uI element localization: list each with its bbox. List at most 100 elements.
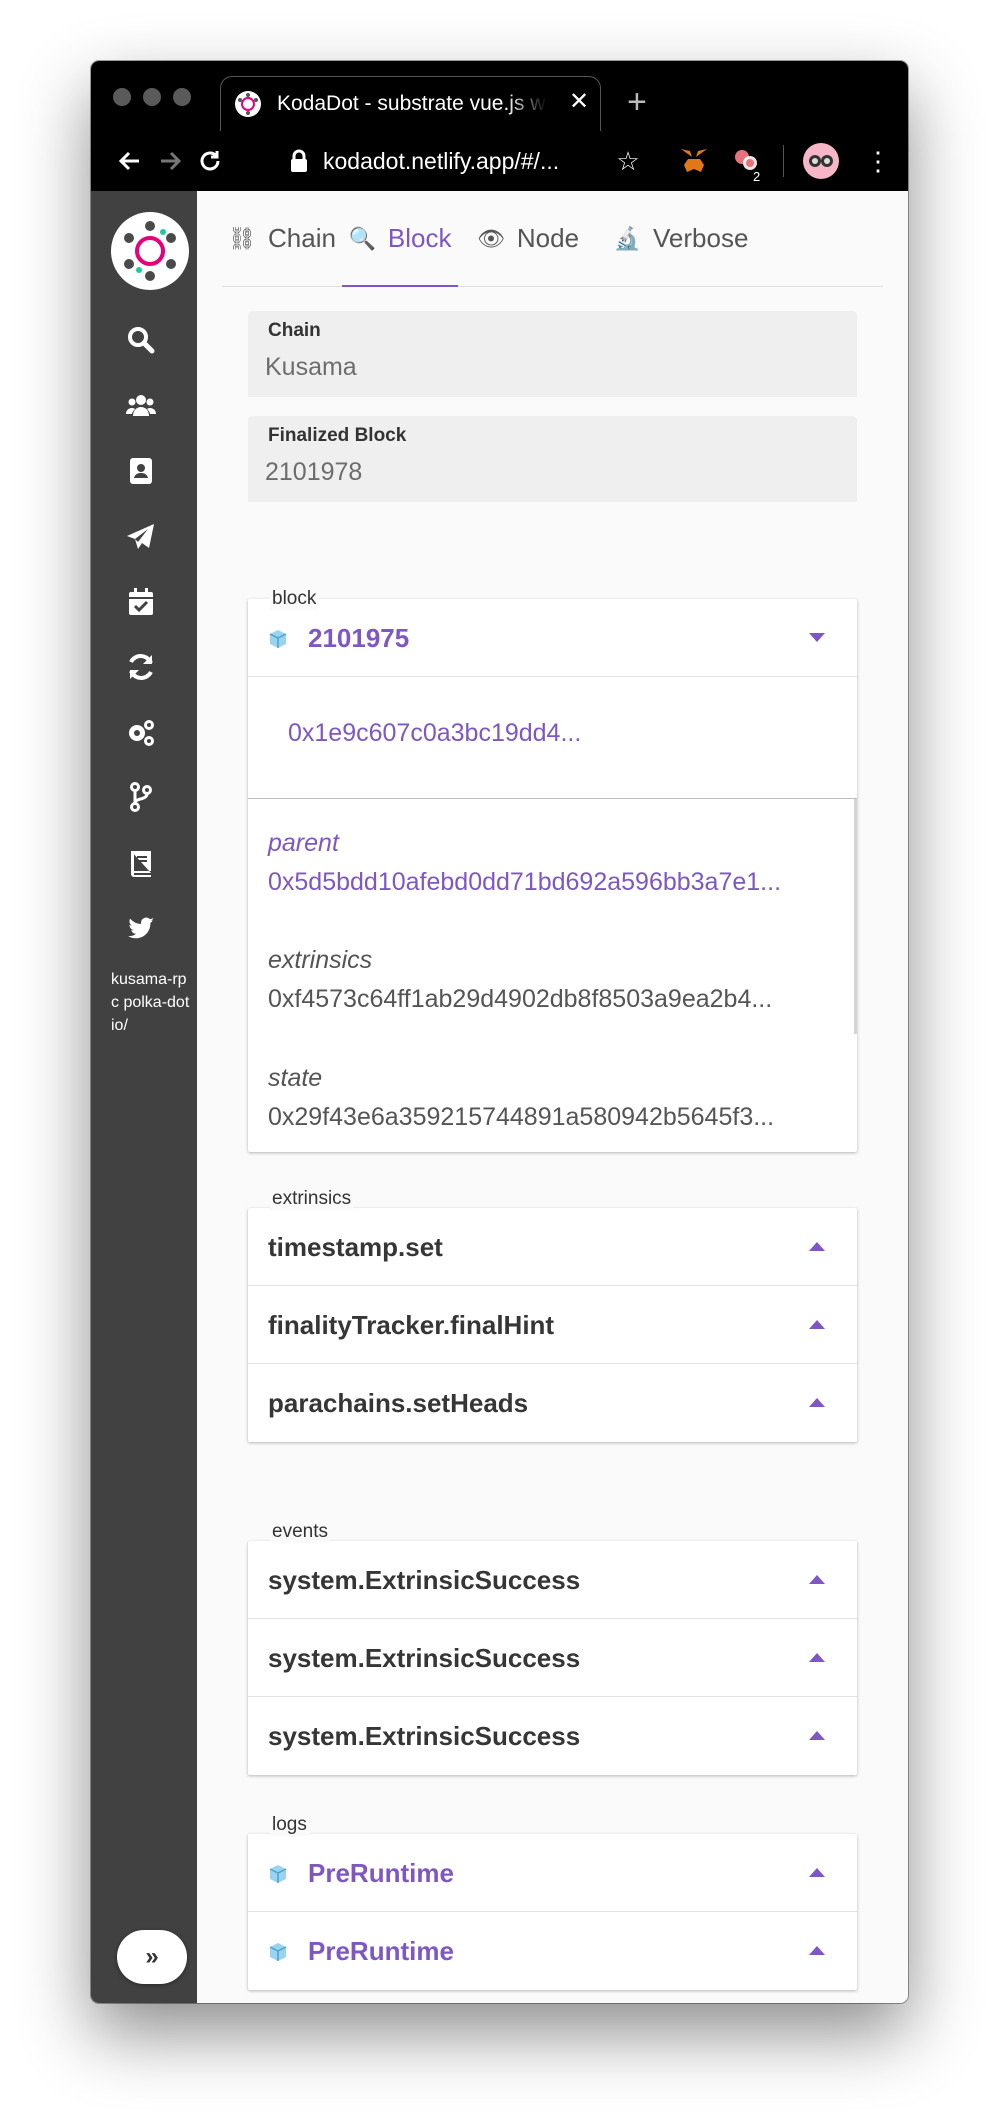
tab-node-label: Node	[516, 223, 580, 253]
logs-section-label: logs	[270, 1814, 309, 1836]
list-item[interactable]: PreRuntime	[248, 1912, 857, 1990]
maximize-window-button[interactable]	[173, 88, 191, 106]
extrinsic-name: timestamp.set	[268, 1232, 443, 1262]
rpc-endpoint-text: kusama-rpc polka-dot io/	[111, 971, 190, 1034]
cube-icon	[268, 629, 288, 654]
explorer-tabs: ⛓ Chain 🔍 Block 👁 Node 🔬 Verbose	[222, 191, 883, 287]
list-item[interactable]: system.ExtrinsicSuccess	[248, 1541, 857, 1619]
block-card: 2101975 0x1e9c607c0a3bc19dd4... parent 0…	[248, 599, 857, 1152]
tab-block[interactable]: 🔍 Block	[342, 191, 458, 287]
new-tab-icon[interactable]: +	[627, 85, 647, 119]
eye-icon: 👁	[476, 225, 505, 251]
list-item[interactable]: PreRuntime	[248, 1834, 857, 1912]
finalized-block-value: 2101978	[265, 458, 363, 486]
events-card: system.ExtrinsicSuccess system.Extrinsic…	[248, 1541, 857, 1775]
profile-avatar[interactable]	[803, 143, 839, 179]
divider	[248, 798, 857, 799]
list-item[interactable]: system.ExtrinsicSuccess	[248, 1697, 857, 1775]
logs-card: PreRuntime PreRuntime	[248, 1834, 857, 1990]
extrinsics-root-label: extrinsics	[268, 946, 373, 974]
microscope-icon: 🔬	[613, 225, 641, 251]
chevron-up-icon	[809, 1320, 825, 1329]
parent-label: parent	[268, 829, 339, 857]
event-name: system.ExtrinsicSuccess	[268, 1721, 581, 1751]
tab-block-label: Block	[387, 223, 452, 253]
event-name: system.ExtrinsicSuccess	[268, 1643, 581, 1673]
chain-field-label: Chain	[268, 320, 321, 341]
lock-icon	[289, 149, 309, 178]
browser-toolbar: kodadot.netlify.app/#/... ☆ 2 ⋮	[91, 131, 908, 191]
magnifier-icon: 🔍	[348, 225, 376, 251]
block-header-row[interactable]: 2101975	[248, 599, 857, 677]
url-bar[interactable]: kodadot.netlify.app/#/...	[323, 148, 559, 175]
scrollbar[interactable]	[854, 799, 857, 1034]
extrinsics-section-label: extrinsics	[270, 1188, 354, 1210]
browser-titlebar: KodaDot - substrate vue.js wallet ✕ +	[91, 61, 908, 131]
tab-chain[interactable]: ⛓ Chain	[222, 191, 342, 286]
toolbar-separator	[783, 145, 784, 177]
close-tab-icon[interactable]: ✕	[569, 89, 589, 115]
extrinsic-name: finalityTracker.finalHint	[268, 1310, 555, 1340]
tab-chain-label: Chain	[268, 223, 336, 253]
finalized-block-label: Finalized Block	[268, 425, 407, 446]
state-root-value: 0x29f43e6a359215744891a580942b5645f3...	[268, 1103, 775, 1131]
paper-plane-icon[interactable]	[125, 521, 157, 553]
tab-verbose-label: Verbose	[653, 223, 749, 253]
chain-field-value: Kusama	[265, 353, 357, 381]
minimize-window-button[interactable]	[143, 88, 161, 106]
tab-verbose[interactable]: 🔬 Verbose	[598, 191, 764, 286]
reload-icon[interactable]	[195, 145, 225, 177]
cube-icon	[268, 1864, 288, 1889]
finalized-block-field[interactable]: Finalized Block 2101978	[248, 416, 857, 502]
log-name: PreRuntime	[308, 1936, 454, 1966]
chevron-down-icon	[809, 633, 825, 642]
calendar-check-icon[interactable]	[125, 586, 157, 618]
sidebar: kusama-rpc polka-dot io/ »	[91, 191, 197, 2003]
list-item[interactable]: parachains.setHeads	[248, 1364, 857, 1442]
events-section-label: events	[270, 1521, 330, 1543]
kodadot-logo[interactable]	[111, 212, 189, 290]
twitter-icon[interactable]	[125, 912, 157, 944]
search-icon[interactable]	[125, 324, 157, 356]
block-number: 2101975	[308, 623, 410, 653]
book-icon[interactable]	[125, 847, 157, 879]
parent-hash-link[interactable]: 0x5d5bdd10afebd0dd71bd692a596bb3a7e1...	[268, 868, 838, 897]
chevron-up-icon	[809, 1653, 825, 1662]
chevron-up-icon	[809, 1575, 825, 1584]
metamask-extension-icon[interactable]	[679, 145, 709, 177]
event-name: system.ExtrinsicSuccess	[268, 1565, 581, 1595]
tab-node[interactable]: 👁 Node	[458, 191, 598, 286]
chevron-up-icon	[809, 1731, 825, 1740]
chevron-up-icon	[809, 1946, 825, 1955]
extension-badge: 2	[753, 169, 761, 184]
sync-icon[interactable]	[125, 651, 157, 683]
browser-menu-icon[interactable]: ⋮	[863, 145, 893, 177]
users-icon[interactable]	[125, 390, 157, 422]
main-content: ⛓ Chain 🔍 Block 👁 Node 🔬 Verbose Chain K…	[197, 191, 908, 2003]
cogs-icon[interactable]	[125, 716, 157, 748]
extrinsics-root-value: 0xf4573c64ff1ab29d4902db8f8503a9ea2b4...	[268, 985, 773, 1013]
browser-tab[interactable]: KodaDot - substrate vue.js wallet ✕	[220, 76, 601, 131]
block-section-label: block	[270, 588, 319, 610]
chain-field[interactable]: Chain Kusama	[248, 311, 857, 397]
kodadot-favicon-icon	[235, 91, 261, 117]
close-window-button[interactable]	[113, 88, 131, 106]
chain-icon: ⛓	[228, 225, 256, 251]
list-item[interactable]: system.ExtrinsicSuccess	[248, 1619, 857, 1697]
list-item[interactable]: timestamp.set	[248, 1208, 857, 1286]
code-branch-icon[interactable]	[125, 781, 157, 813]
collapse-sidebar-button[interactable]: »	[117, 1930, 187, 1984]
bookmark-star-icon[interactable]: ☆	[613, 145, 643, 177]
extrinsic-name: parachains.setHeads	[268, 1388, 529, 1418]
chevron-up-icon	[809, 1868, 825, 1877]
back-icon[interactable]	[115, 145, 145, 177]
chevron-up-icon	[809, 1242, 825, 1251]
block-hash-link[interactable]: 0x1e9c607c0a3bc19dd4...	[288, 719, 581, 748]
cube-icon	[268, 1942, 288, 1967]
chevron-up-icon	[809, 1398, 825, 1407]
list-item[interactable]: finalityTracker.finalHint	[248, 1286, 857, 1364]
log-name: PreRuntime	[308, 1858, 454, 1888]
extrinsics-card: timestamp.set finalityTracker.finalHint …	[248, 1208, 857, 1442]
address-book-icon[interactable]	[125, 455, 157, 487]
forward-icon[interactable]	[155, 145, 185, 177]
